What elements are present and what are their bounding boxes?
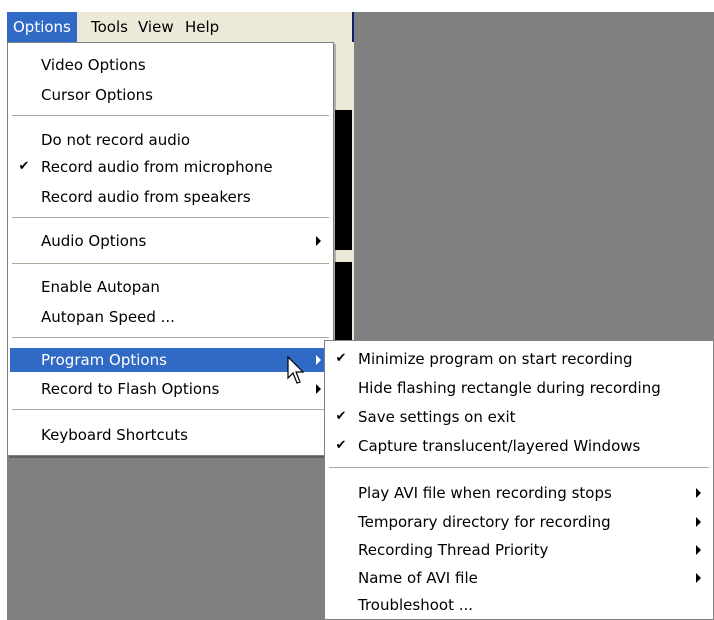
submenu-item-save-settings[interactable]: ✔ Save settings on exit: [327, 405, 711, 429]
checkmark-icon: ✔: [335, 438, 347, 453]
menu-item-record-speakers[interactable]: Record audio from speakers: [10, 185, 331, 209]
submenu-item-hide-flashing-rectangle[interactable]: Hide flashing rectangle during recording: [327, 376, 711, 400]
menu-item-record-flash-options[interactable]: Record to Flash Options: [10, 377, 331, 401]
menu-options[interactable]: Options: [7, 12, 77, 42]
submenu-arrow-icon: [696, 517, 701, 527]
submenu-item-temp-directory[interactable]: Temporary directory for recording: [327, 510, 711, 534]
menu-item-video-options[interactable]: Video Options: [10, 53, 331, 77]
checkmark-icon: ✔: [335, 409, 347, 424]
menu-item-audio-options[interactable]: Audio Options: [10, 229, 331, 253]
program-options-submenu: ✔ Minimize program on start recording Hi…: [324, 340, 714, 620]
menu-help[interactable]: Help: [179, 12, 225, 42]
menu-tools[interactable]: Tools: [85, 12, 134, 42]
menu-separator: [12, 337, 329, 338]
menu-bar: Options Tools View Help: [7, 12, 354, 42]
submenu-arrow-icon: [696, 573, 701, 583]
menu-separator: [329, 467, 709, 468]
menu-view[interactable]: View: [132, 12, 180, 42]
submenu-arrow-icon: [696, 545, 701, 555]
mouse-pointer-icon: [287, 356, 305, 384]
menu-separator: [12, 409, 329, 410]
submenu-item-minimize-on-start[interactable]: ✔ Minimize program on start recording: [327, 347, 711, 371]
submenu-item-avi-name[interactable]: Name of AVI file: [327, 566, 711, 590]
menu-item-cursor-options[interactable]: Cursor Options: [10, 83, 331, 107]
menu-item-no-audio[interactable]: Do not record audio: [10, 128, 331, 152]
submenu-arrow-icon: [316, 236, 321, 246]
menu-item-autopan-speed[interactable]: Autopan Speed ...: [10, 305, 331, 329]
submenu-item-capture-translucent[interactable]: ✔ Capture translucent/layered Windows: [327, 434, 711, 458]
menu-item-record-microphone[interactable]: ✔ Record audio from microphone: [10, 155, 331, 179]
checkmark-icon: ✔: [335, 351, 347, 366]
submenu-item-play-avi[interactable]: Play AVI file when recording stops: [327, 481, 711, 505]
submenu-arrow-icon: [316, 355, 321, 365]
menu-item-program-options[interactable]: Program Options: [10, 348, 331, 372]
submenu-arrow-icon: [316, 384, 321, 394]
submenu-item-thread-priority[interactable]: Recording Thread Priority: [327, 538, 711, 562]
menu-item-enable-autopan[interactable]: Enable Autopan: [10, 275, 331, 299]
submenu-item-troubleshoot[interactable]: Troubleshoot ...: [327, 593, 711, 617]
menu-separator: [12, 115, 329, 116]
menu-separator: [12, 263, 329, 264]
options-menu: Video Options Cursor Options Do not reco…: [7, 42, 334, 456]
checkmark-icon: ✔: [18, 159, 30, 174]
submenu-arrow-icon: [696, 488, 701, 498]
menu-item-keyboard-shortcuts[interactable]: Keyboard Shortcuts: [10, 423, 331, 447]
menu-separator: [12, 217, 329, 218]
preview-strip: [335, 110, 352, 250]
